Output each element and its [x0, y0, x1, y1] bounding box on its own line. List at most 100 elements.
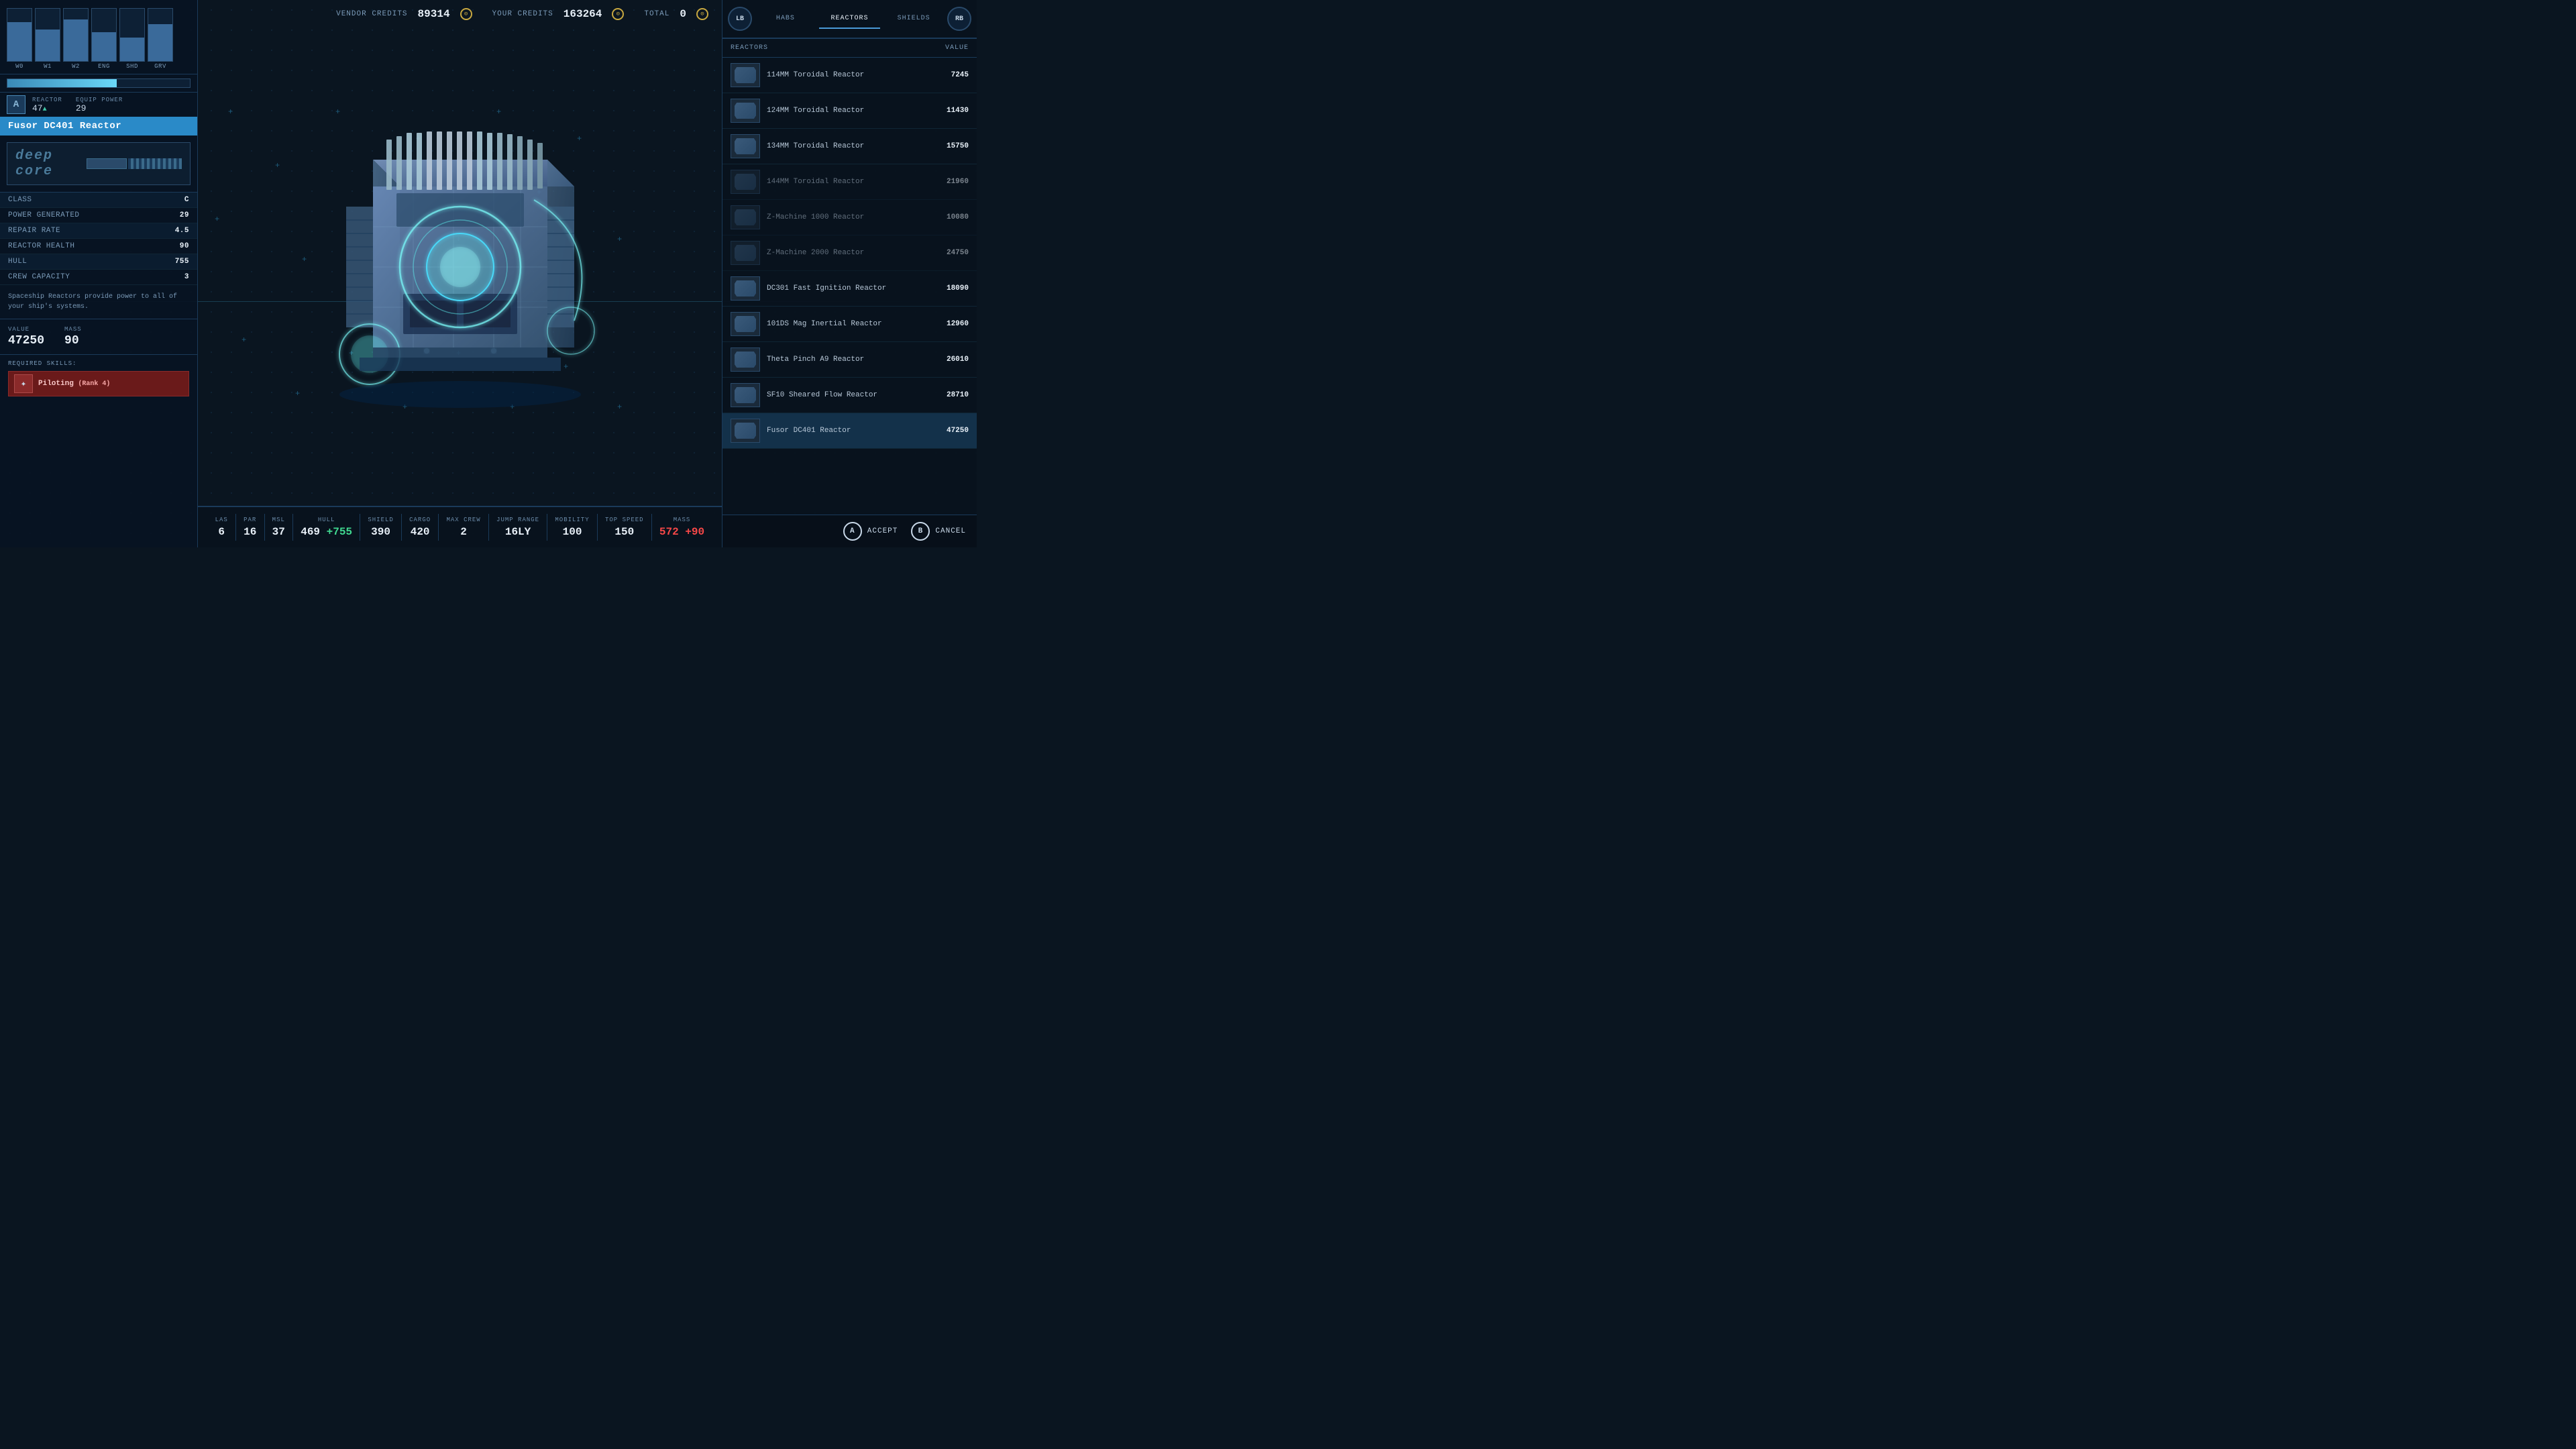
reactor-item-value: 18090 — [947, 284, 969, 292]
stats-row: REACTOR HEALTH 90 — [0, 239, 197, 254]
bottom-stat-cargo: CARGO 420 — [409, 517, 431, 538]
tab-habs[interactable]: HABS — [755, 9, 816, 29]
vendor-credits-icon: ⊙ — [460, 8, 472, 20]
your-credits-label: YOUR CREDITS — [492, 10, 553, 18]
skill-piloting: ✦ Piloting (Rank 4) — [8, 371, 189, 396]
rb-button[interactable]: RB — [947, 7, 971, 31]
reactor-item-value: 10080 — [947, 213, 969, 221]
reactor-thumb — [731, 241, 760, 265]
manufacturer-area: deep core — [0, 136, 197, 193]
bottom-stat-top-speed: TOP SPEED 150 — [605, 517, 644, 538]
value-item: VALUE 47250 — [8, 326, 44, 347]
reactor-item-value: 15750 — [947, 142, 969, 150]
vendor-credits-label: VENDOR CREDITS — [336, 10, 407, 18]
skill-name: Piloting (Rank 4) — [38, 380, 110, 388]
power-bar-w1: W1 — [35, 8, 60, 70]
power-bar-shd: SHD — [119, 8, 145, 70]
reactor-list-item[interactable]: SF10 Sheared Flow Reactor 28710 — [722, 378, 977, 413]
stat-divider — [292, 514, 293, 541]
cancel-button[interactable]: B CANCEL — [911, 522, 966, 541]
stat-divider — [438, 514, 439, 541]
stat-divider — [401, 514, 402, 541]
action-bar: A ACCEPT B CANCEL — [722, 515, 977, 547]
reactor-item-name: SF10 Sheared Flow Reactor — [767, 391, 940, 399]
bottom-stat-las: LAS 6 — [215, 517, 228, 538]
manufacturer-name: deep core — [15, 148, 81, 179]
reactor-list: 114MM Toroidal Reactor 7245 124MM Toroid… — [722, 58, 977, 515]
reactor-item-value: 11430 — [947, 107, 969, 115]
reactor-item-value: 21960 — [947, 178, 969, 186]
manufacturer-logo: deep core — [7, 142, 191, 185]
reactor-list-item[interactable]: 114MM Toroidal Reactor 7245 — [722, 58, 977, 93]
reactor-list-item[interactable]: 124MM Toroidal Reactor 11430 — [722, 93, 977, 129]
vendor-credits-value: 89314 — [418, 8, 450, 20]
reactor-list-item[interactable]: Fusor DC401 Reactor 47250 — [722, 413, 977, 449]
vendor-credits-row: VENDOR CREDITS 89314 ⊙ — [336, 8, 472, 20]
reactor-list-item[interactable]: Z-Machine 1000 Reactor 10080 — [722, 200, 977, 235]
bottom-stat-mobility: MOBILITY 100 — [555, 517, 589, 538]
stat-divider — [597, 514, 598, 541]
reactor-list-item[interactable]: 101DS Mag Inertial Reactor 12960 — [722, 307, 977, 342]
stat-divider — [235, 514, 236, 541]
bottom-stat-par: PAR 16 — [244, 517, 256, 538]
reactor-item-name: 144MM Toroidal Reactor — [767, 178, 940, 186]
reactor-list-item[interactable]: 144MM Toroidal Reactor 21960 — [722, 164, 977, 200]
reactors-header: REACTORS VALUE — [722, 39, 977, 58]
reactor-item-name: Theta Pinch A9 Reactor — [767, 356, 940, 364]
reactor-item-value: 7245 — [951, 71, 969, 79]
your-credits-row: YOUR CREDITS 163264 ⊙ — [492, 8, 625, 20]
stats-row: POWER GENERATED 29 — [0, 208, 197, 223]
piloting-icon: ✦ — [14, 374, 33, 393]
reactors-title: REACTORS — [731, 44, 768, 52]
reactor-class-badge: A — [7, 95, 25, 114]
reactor-item-value: 28710 — [947, 391, 969, 399]
reactor-thumb — [731, 99, 760, 123]
reactor-item-value: 12960 — [947, 320, 969, 328]
reactor-thumb — [731, 312, 760, 336]
reactor-thumb — [731, 419, 760, 443]
reactor-list-item[interactable]: Z-Machine 2000 Reactor 24750 — [722, 235, 977, 271]
power-bar-w2: W2 — [63, 8, 89, 70]
reactor-item-name: DC301 Fast Ignition Reactor — [767, 284, 940, 292]
power-bar-eng: ENG — [91, 8, 117, 70]
reactor-list-item[interactable]: 134MM Toroidal Reactor 15750 — [722, 129, 977, 164]
equip-bar-container — [0, 74, 197, 93]
reactor-thumb — [731, 347, 760, 372]
reactor-info-row: A REACTOR 47▲ EQUIP POWER 29 — [0, 93, 197, 117]
bottom-stat-mass: MASS 572 +90 — [659, 517, 704, 538]
required-skills-label: REQUIRED SKILLS: — [8, 360, 189, 367]
reactor-thumb — [731, 134, 760, 158]
equip-bar — [7, 78, 191, 88]
cancel-key: B — [911, 522, 930, 541]
selected-item-name: Fusor DC401 Reactor — [0, 117, 197, 136]
bottom-stat-jump-range: JUMP RANGE 16LY — [496, 517, 539, 538]
reactor-item-name: Z-Machine 1000 Reactor — [767, 213, 940, 221]
power-bar-grv: GRV — [148, 8, 173, 70]
stat-divider — [488, 514, 489, 541]
stat-divider — [264, 514, 265, 541]
reactor-item-name: 101DS Mag Inertial Reactor — [767, 320, 940, 328]
left-panel: W0 W1 W2 ENG — [0, 0, 198, 547]
reactor-model — [292, 106, 628, 428]
reactor-item-name: 124MM Toroidal Reactor — [767, 107, 940, 115]
stats-row: CLASS C — [0, 193, 197, 208]
bottom-stat-hull: HULL 469 +755 — [301, 517, 352, 538]
accept-button[interactable]: A ACCEPT — [843, 522, 898, 541]
credits-bar: VENDOR CREDITS 89314 ⊙ YOUR CREDITS 1632… — [198, 0, 722, 28]
power-bar-w0: W0 — [7, 8, 32, 70]
reactor-list-item[interactable]: Theta Pinch A9 Reactor 26010 — [722, 342, 977, 378]
power-bars-container: W0 W1 W2 ENG — [0, 0, 197, 74]
reactor-stat-reactor: REACTOR 47▲ — [32, 97, 62, 113]
right-panel: LB HABS REACTORS SHIELDS RB REACTORS VAL… — [722, 0, 977, 547]
reactor-list-item[interactable]: DC301 Fast Ignition Reactor 18090 — [722, 271, 977, 307]
equip-bar-fill — [7, 79, 117, 87]
reactor-thumb — [731, 276, 760, 301]
mass-item: MASS 90 — [64, 326, 82, 347]
logo-pattern — [87, 158, 182, 169]
lb-button[interactable]: LB — [728, 7, 752, 31]
tab-reactors[interactable]: REACTORS — [819, 9, 881, 29]
your-credits-icon: ⊙ — [612, 8, 624, 20]
reactor-item-name: 114MM Toroidal Reactor — [767, 71, 945, 79]
reactor-thumb — [731, 170, 760, 194]
tab-shields[interactable]: SHIELDS — [883, 9, 945, 29]
